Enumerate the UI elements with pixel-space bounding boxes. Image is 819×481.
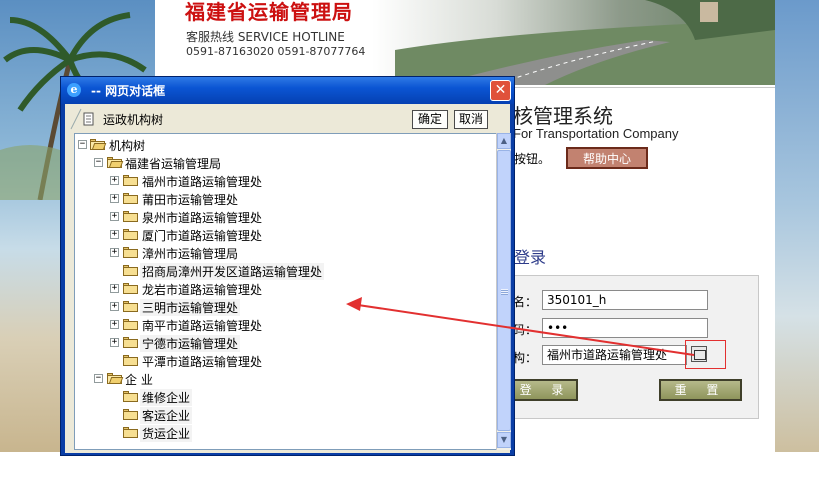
folder-icon — [123, 211, 138, 222]
ie-icon: e — [67, 83, 81, 97]
tree-item-label: 宁德市运输管理处 — [140, 335, 241, 352]
expand-icon[interactable]: + — [110, 338, 119, 347]
close-icon[interactable]: ✕ — [490, 80, 511, 101]
folder-icon — [123, 391, 138, 402]
folder-icon — [123, 265, 138, 276]
system-title: 核管理系统 — [513, 104, 613, 128]
tree-toolbar: 运政机构树 确定 取消 — [69, 107, 488, 131]
dialog-title: -- 网页对话框 — [91, 84, 166, 98]
scroll-thumb[interactable] — [497, 150, 511, 431]
org-field[interactable]: 福州市道路运输管理处 — [542, 345, 687, 365]
tree-item-label: 货运企业 — [140, 425, 193, 442]
help-center-button[interactable]: 帮助中心 — [566, 147, 648, 169]
tree-title: 运政机构树 — [103, 113, 164, 127]
folder-icon — [123, 175, 138, 186]
tree-item-label: 南平市道路运输管理处 — [142, 319, 263, 333]
cancel-button[interactable]: 取消 — [454, 110, 488, 129]
folder-icon — [123, 301, 138, 312]
tree-item-label: 平潭市道路运输管理处 — [142, 355, 263, 369]
tree-item-label: 三明市运输管理处 — [140, 299, 241, 316]
tree-item-label: 莆田市运输管理处 — [142, 193, 239, 207]
web-dialog: e -- 网页对话框 ✕ 运政机构树 确定 取消 − 机构树 − 福建省运输管理… — [60, 76, 515, 456]
highway-banner-image — [395, 0, 775, 85]
folder-icon — [123, 355, 138, 366]
tree-item-label: 泉州市道路运输管理处 — [142, 211, 263, 225]
expand-icon[interactable]: + — [110, 248, 119, 257]
tree-group-label: 企 业 — [125, 373, 153, 387]
ok-button[interactable]: 确定 — [412, 110, 448, 129]
tree-item-label: 维修企业 — [140, 389, 193, 406]
folder-open-icon — [107, 373, 124, 384]
tree-root-label: 机构树 — [109, 139, 146, 153]
hotline-label: 客服热线 SERVICE HOTLINE — [186, 30, 345, 44]
password-field[interactable]: ••• — [542, 318, 708, 338]
expand-icon[interactable]: + — [110, 230, 119, 239]
folder-icon — [123, 337, 138, 348]
expand-icon[interactable]: + — [110, 176, 119, 185]
bureau-name: 福建省运输管理局 — [185, 0, 353, 24]
expand-icon[interactable]: + — [110, 302, 119, 311]
folder-icon — [123, 193, 138, 204]
hotline-numbers: 0591-87163020 0591-87077764 — [186, 45, 366, 58]
username-label: 名： — [513, 295, 538, 309]
system-subtitle: For Transportation Company — [513, 126, 679, 141]
collapse-icon[interactable]: − — [78, 140, 87, 149]
tree-item-label: 招商局漳州开发区道路运输管理处 — [140, 263, 325, 280]
scroll-down-icon[interactable]: ▼ — [497, 432, 511, 448]
org-label: 构： — [513, 351, 538, 365]
collapse-icon[interactable]: − — [94, 374, 103, 383]
toolbar-corner-icon — [70, 108, 82, 130]
expand-icon[interactable]: + — [110, 284, 119, 293]
folder-icon — [123, 427, 138, 438]
tree-item-label: 厦门市道路运输管理处 — [142, 229, 263, 243]
login-button[interactable]: 登 录 — [513, 379, 578, 401]
tree-item-label: 漳州市运输管理局 — [142, 247, 239, 261]
instruction-text: 按钮。 — [514, 152, 551, 166]
background-scenery-right — [775, 0, 819, 452]
expand-icon[interactable]: + — [110, 194, 119, 203]
org-tree: − 机构树 − 福建省运输管理局 + 福州市道路运输管理处 + 莆田市运输管理处 — [74, 133, 499, 450]
dialog-titlebar[interactable]: e -- 网页对话框 ✕ — [61, 77, 514, 104]
tree-item-label: 福州市道路运输管理处 — [142, 175, 263, 189]
expand-icon[interactable]: + — [110, 212, 119, 221]
tree-item-label: 客运企业 — [140, 407, 193, 424]
folder-icon — [123, 283, 138, 294]
folder-icon — [123, 319, 138, 330]
annotation-highlight-box — [685, 340, 726, 369]
reset-button[interactable]: 重 置 — [659, 379, 742, 401]
tree-item-label: 龙岩市道路运输管理处 — [142, 283, 263, 297]
password-label: 码： — [513, 323, 538, 337]
tree-scrollbar[interactable]: ▲ ▼ — [496, 133, 511, 450]
folder-icon — [123, 229, 138, 240]
tree-group-label: 福建省运输管理局 — [125, 157, 222, 171]
username-field[interactable]: 350101_h — [542, 290, 708, 310]
folder-open-icon — [90, 139, 107, 150]
login-title: 登录 — [514, 248, 547, 267]
expand-icon[interactable]: + — [110, 320, 119, 329]
collapse-icon[interactable]: − — [94, 158, 103, 167]
folder-icon — [123, 247, 138, 258]
page-bottom — [0, 452, 819, 481]
folder-icon — [123, 409, 138, 420]
folder-open-icon — [107, 157, 124, 168]
dialog-body: 运政机构树 确定 取消 − 机构树 − 福建省运输管理局 + 福州市道路运输管理… — [65, 104, 511, 453]
scroll-up-icon[interactable]: ▲ — [497, 133, 511, 149]
